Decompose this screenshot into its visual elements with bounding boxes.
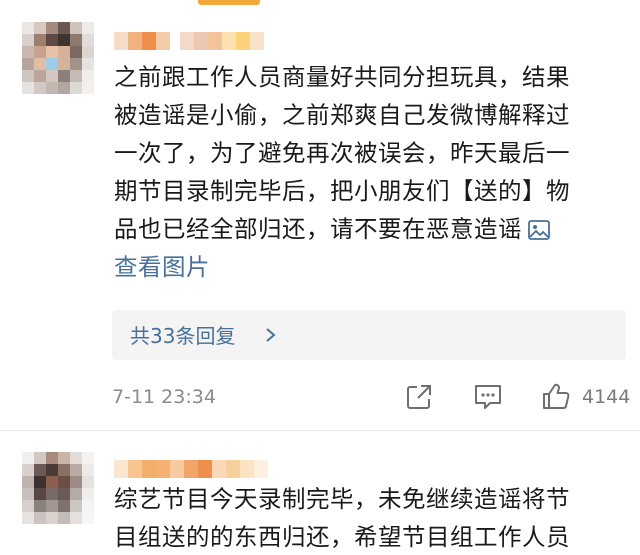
replies-count-label: 共33条回复	[130, 324, 236, 348]
comment-line: 被造谣是小偷，之前郑爽自己发微博解释过	[114, 101, 570, 129]
view-replies-button[interactable]: 共33条回复	[112, 310, 626, 360]
thumbs-up-icon[interactable]	[542, 382, 570, 410]
comment-line: 综艺节目今天录制完毕，未免继续造谣将节	[114, 485, 570, 513]
comment-line: 目组送的的东西归还，希望节目组工作人员	[114, 523, 570, 551]
image-icon	[528, 220, 550, 240]
comment-line: 之前跟工作人员商量好共同分担玩具，结果	[114, 63, 570, 91]
comment-item: 之前跟工作人员商量好共同分担玩具，结果 被造谣是小偷，之前郑爽自己发微博解释过 …	[0, 22, 640, 442]
comment-text: 综艺节目今天录制完毕，未免继续造谣将节 目组送的的东西归还，希望节目组工作人员	[114, 480, 620, 555]
scroll-indicator	[198, 0, 260, 5]
comment-divider	[0, 430, 640, 441]
chevron-right-icon	[266, 328, 276, 342]
comment-item: 综艺节目今天录制完毕，未免继续造谣将节 目组送的的东西归还，希望节目组工作人员	[0, 452, 640, 555]
comment-feed: 之前跟工作人员商量好共同分担玩具，结果 被造谣是小偷，之前郑爽自己发微博解释过 …	[0, 0, 640, 555]
comment-line: 一次了，为了避免再次被误会，昨天最后一	[114, 139, 570, 167]
avatar[interactable]	[22, 22, 94, 94]
share-icon[interactable]	[406, 384, 432, 410]
username[interactable]	[114, 26, 264, 56]
comment-icon[interactable]	[474, 384, 502, 410]
comment-meta: 7-11 23:34 4144	[112, 380, 632, 416]
view-image-link[interactable]: 查看图片	[114, 253, 210, 281]
comment-line: 品也已经全部归还，请不要在恶意造谣	[114, 215, 522, 243]
like-count: 4144	[582, 386, 631, 408]
comment-line: 期节目录制完毕后，把小朋友们【送的】物	[114, 177, 570, 205]
timestamp: 7-11 23:34	[112, 386, 216, 408]
comment-text: 之前跟工作人员商量好共同分担玩具，结果 被造谣是小偷，之前郑爽自己发微博解释过 …	[114, 58, 620, 286]
avatar[interactable]	[22, 452, 94, 524]
